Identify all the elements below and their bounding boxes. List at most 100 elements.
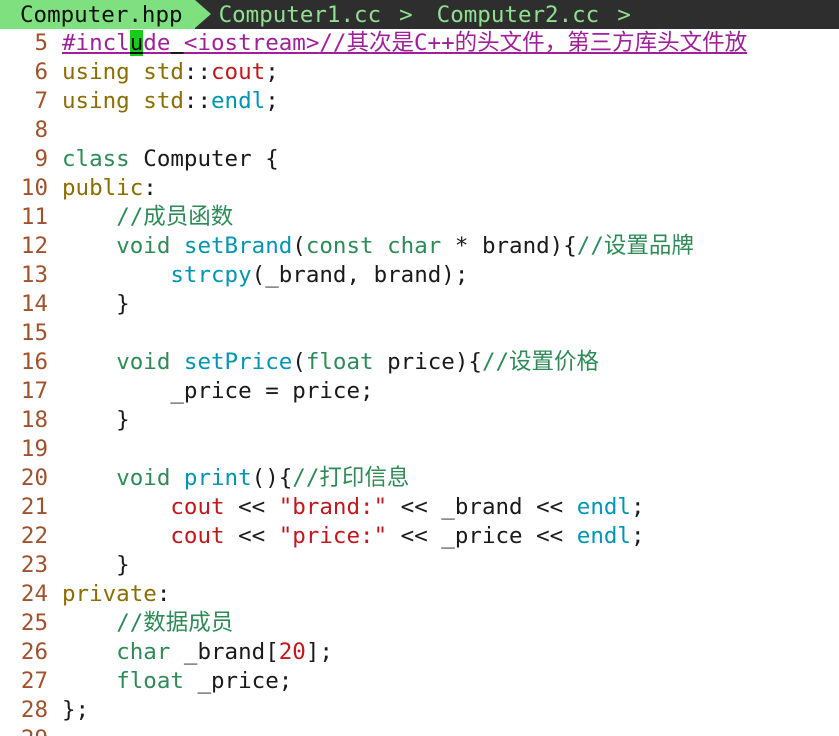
code-line[interactable]: 10 public:: [0, 174, 839, 203]
code-token: //数据成员: [116, 610, 234, 636]
code-line[interactable]: 6 using std::cout;: [0, 58, 839, 87]
code-token: ;: [265, 88, 279, 114]
line-number: 13: [20, 262, 48, 288]
line-number: 27: [20, 668, 48, 694]
line-number: 21: [20, 494, 48, 520]
code-text: //成员函数: [62, 203, 233, 232]
code-line[interactable]: 19: [0, 435, 839, 464]
code-token: "price:": [278, 523, 388, 549]
line-number: 7: [34, 88, 48, 114]
code-token: ;: [630, 523, 645, 549]
code-token: private: [62, 581, 157, 607]
line-number: 8: [34, 117, 48, 143]
code-token: std: [143, 59, 184, 85]
code-line[interactable]: 27 float _price;: [0, 667, 839, 696]
code-text: char _brand[20];: [62, 638, 333, 667]
code-line[interactable]: 13 strcpy(_brand, brand);: [0, 261, 839, 290]
code-line[interactable]: 18 }: [0, 406, 839, 435]
line-number: 28: [20, 697, 48, 723]
code-line[interactable]: 29: [0, 725, 839, 736]
code-line[interactable]: 20 void print(){//打印信息: [0, 464, 839, 493]
code-token: void: [116, 465, 171, 491]
code-editor[interactable]: 5 #include <iostream>//其次是C++的头文件，第三方库头文件…: [0, 29, 839, 736]
code-token: cout: [211, 59, 266, 85]
code-token: << _price <<: [387, 523, 577, 549]
line-number: 19: [20, 436, 48, 462]
code-line[interactable]: 25 //数据成员: [0, 609, 839, 638]
code-line[interactable]: 17 _price = price;: [0, 377, 839, 406]
code-token: strcpy: [170, 262, 252, 288]
code-line[interactable]: 28};: [0, 696, 839, 725]
code-token: ;: [265, 59, 279, 85]
code-token: << _brand <<: [387, 494, 577, 520]
code-line[interactable]: 5 #include <iostream>//其次是C++的头文件，第三方库头文件…: [0, 29, 839, 58]
code-line[interactable]: 8: [0, 116, 839, 145]
code-text: class Computer {: [62, 145, 279, 174]
code-token: _price = price;: [62, 378, 374, 404]
code-token: (: [292, 349, 306, 375]
code-text: using std::cout;: [62, 58, 279, 87]
tab-separator-icon: >: [617, 1, 631, 28]
tab-bar: Computer.hpp Computer1.cc > Computer2.cc…: [0, 0, 839, 29]
code-token: price){: [373, 349, 482, 375]
code-token: class: [62, 146, 130, 172]
line-number: 25: [20, 610, 48, 636]
code-line[interactable]: 22 cout << "price:" << _price << endl;: [0, 522, 839, 551]
code-text: }: [62, 406, 130, 435]
code-token: }: [62, 291, 130, 317]
code-line[interactable]: 26 char _brand[20];: [0, 638, 839, 667]
code-token: setPrice: [183, 349, 293, 375]
line-number: 15: [20, 320, 48, 346]
tab-label: Computer1.cc: [218, 1, 382, 28]
code-token: cout: [170, 523, 225, 549]
code-token: Computer {: [129, 146, 279, 172]
code-token: ;: [630, 494, 645, 520]
code-line[interactable]: 7 using std::endl;: [0, 87, 839, 116]
code-line[interactable]: 11 //成员函数: [0, 203, 839, 232]
text-cursor: u: [129, 30, 144, 56]
code-token: <<: [224, 523, 279, 549]
code-token: (: [292, 233, 306, 259]
code-line[interactable]: 24 private:: [0, 580, 839, 609]
code-text: #include <iostream>//其次是C++的头文件，第三方库头文件放: [62, 29, 747, 58]
line-number: 18: [20, 407, 48, 433]
tab-computer-hpp[interactable]: Computer.hpp: [0, 0, 211, 29]
line-number: 16: [20, 349, 48, 375]
code-token: void: [116, 349, 171, 375]
code-token: ::: [183, 59, 212, 85]
code-line[interactable]: 14 }: [0, 290, 839, 319]
line-number: 9: [34, 146, 48, 172]
code-token: :: [156, 581, 171, 607]
code-line[interactable]: 9 class Computer {: [0, 145, 839, 174]
code-token: setBrand: [183, 233, 293, 259]
code-token: char: [116, 639, 171, 665]
code-text: cout << "price:" << _price << endl;: [62, 522, 645, 551]
code-text: };: [62, 696, 89, 725]
code-line[interactable]: 12 void setBrand(const char * brand){//设…: [0, 232, 839, 261]
code-token: public: [62, 175, 144, 201]
code-token: ];: [305, 639, 333, 665]
tab-computer1-cc[interactable]: Computer1.cc: [195, 0, 382, 29]
tab-computer2-cc[interactable]: Computer2.cc: [413, 0, 600, 29]
line-number: 14: [20, 291, 48, 317]
line-number: 24: [20, 581, 48, 607]
code-text: }: [62, 551, 130, 580]
code-text: //数据成员: [62, 609, 233, 638]
code-line[interactable]: 23 }: [0, 551, 839, 580]
code-line[interactable]: 15: [0, 319, 839, 348]
line-number: 6: [34, 59, 48, 85]
tab-label: Computer2.cc: [436, 1, 600, 28]
code-line[interactable]: 21 cout << "brand:" << _brand << endl;: [0, 493, 839, 522]
code-token: }: [62, 407, 130, 433]
tab-separator-icon: >: [399, 1, 413, 28]
code-line[interactable]: 16 void setPrice(float price){//设置价格: [0, 348, 839, 377]
code-token: (_brand, brand);: [251, 262, 469, 288]
